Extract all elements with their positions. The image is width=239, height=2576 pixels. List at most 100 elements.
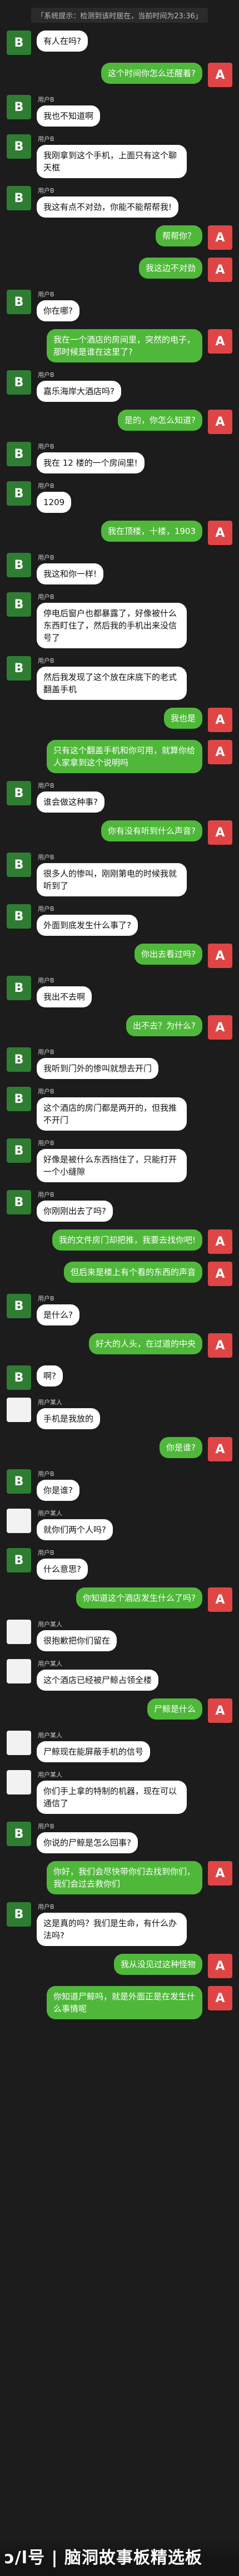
avatar[interactable]: A xyxy=(208,1698,232,1723)
message-bubble[interactable]: 我这有点不对劲，你能不能帮帮我! xyxy=(37,196,179,218)
message-bubble[interactable]: 但后来是楼上有个看的东西的声音 xyxy=(63,1262,202,1283)
avatar[interactable]: A xyxy=(208,1229,232,1254)
avatar[interactable]: B xyxy=(7,781,31,805)
message-bubble[interactable]: 这个时间你怎么还醒着? xyxy=(101,63,202,84)
avatar[interactable] xyxy=(7,1509,31,1533)
message-bubble[interactable]: 尸鲸现在能屏蔽手机的信号 xyxy=(37,1741,151,1762)
avatar[interactable]: B xyxy=(7,1190,31,1214)
avatar[interactable]: B xyxy=(7,553,31,577)
avatar[interactable]: B xyxy=(7,370,31,395)
avatar[interactable]: A xyxy=(208,1437,232,1461)
avatar[interactable]: A xyxy=(208,1333,232,1358)
avatar[interactable]: A xyxy=(208,258,232,282)
avatar[interactable]: B xyxy=(7,442,31,466)
message-bubble[interactable]: 你是谁? xyxy=(160,1437,202,1458)
message-bubble[interactable]: 我在一个酒店的房间里，突然的电子，那时候是谁在这里了? xyxy=(47,329,202,362)
avatar[interactable]: A xyxy=(208,740,232,764)
message-bubble[interactable]: 尸鲸是什么 xyxy=(147,1698,202,1720)
message-bubble[interactable]: 很多人的惨叫，刚刚第电的时候我就听到了 xyxy=(37,863,187,896)
message-bubble[interactable]: 好大的人头，在过道的中央 xyxy=(88,1333,202,1354)
avatar[interactable]: B xyxy=(7,853,31,877)
message-bubble[interactable]: 我的文件房门却把推，我要去找你吧! xyxy=(52,1229,202,1251)
message-bubble[interactable]: 这是真的吗？我们是生命，有什么办法吗? xyxy=(37,1913,187,1946)
message-bubble[interactable]: 你刚刚出去了吗? xyxy=(37,1201,113,1222)
avatar[interactable]: B xyxy=(7,95,31,119)
avatar[interactable]: B xyxy=(7,290,31,314)
avatar[interactable]: B xyxy=(7,134,31,159)
message-bubble[interactable]: 我在顶楼，十楼，1903 xyxy=(101,521,202,542)
message-bubble[interactable]: 只有这个翻盖手机和你可用，就算你给人家拿到这个说明吗 xyxy=(47,740,202,773)
avatar[interactable]: A xyxy=(208,708,232,732)
avatar[interactable]: B xyxy=(7,31,31,55)
avatar[interactable] xyxy=(7,1659,31,1683)
avatar[interactable]: B xyxy=(7,656,31,680)
avatar[interactable]: A xyxy=(208,820,232,845)
avatar[interactable]: B xyxy=(7,1087,31,1111)
message-bubble[interactable]: 我出不去啊 xyxy=(37,986,92,1007)
message-bubble[interactable]: 什么意思? xyxy=(37,1559,88,1580)
avatar[interactable]: A xyxy=(208,1986,232,2010)
avatar[interactable]: A xyxy=(208,521,232,545)
message-bubble[interactable]: 你出去看过吗? xyxy=(135,944,202,965)
message-bubble[interactable]: 就你们两个人吗? xyxy=(37,1519,113,1540)
message-bubble[interactable]: 很抱歉把你们留在 xyxy=(37,1630,117,1651)
avatar[interactable]: A xyxy=(208,410,232,434)
avatar[interactable] xyxy=(7,1731,31,1755)
message-bubble[interactable]: 我这边不对劲 xyxy=(138,258,202,279)
message-bubble[interactable]: 1209 xyxy=(37,492,72,513)
avatar[interactable]: A xyxy=(208,63,232,87)
message-bubble[interactable]: 是什么? xyxy=(37,1304,79,1325)
avatar[interactable]: B xyxy=(7,1365,31,1390)
avatar[interactable]: B xyxy=(7,186,31,210)
avatar[interactable]: A xyxy=(208,1015,232,1040)
avatar[interactable]: A xyxy=(208,1262,232,1286)
message-bubble[interactable]: 我也不知道啊 xyxy=(37,105,101,127)
message-bubble[interactable]: 你好，我们会尽快带你们去找到你们，我们会过去救你们 xyxy=(47,1861,202,1894)
avatar[interactable]: B xyxy=(7,904,31,929)
avatar[interactable] xyxy=(7,1398,31,1422)
message-bubble[interactable]: 出不去？为什么? xyxy=(126,1015,202,1036)
avatar[interactable]: B xyxy=(7,1822,31,1846)
message-bubble[interactable]: 我从没见过这种怪物 xyxy=(113,1954,202,1975)
avatar[interactable]: B xyxy=(7,1902,31,1927)
message-bubble[interactable]: 我在 12 楼的一个房间里! xyxy=(37,452,145,473)
message-bubble[interactable]: 你知道这个酒店发生什么了吗? xyxy=(76,1587,202,1609)
avatar[interactable]: B xyxy=(7,1469,31,1494)
avatar[interactable] xyxy=(7,1770,31,1794)
message-bubble[interactable]: 你们手上拿的特制的机器，现在可以通信了 xyxy=(37,1781,187,1814)
avatar[interactable]: B xyxy=(7,1138,31,1163)
avatar[interactable]: B xyxy=(7,481,31,506)
avatar[interactable]: A xyxy=(208,944,232,968)
message-bubble[interactable]: 是的，你怎么知道? xyxy=(118,410,202,431)
message-bubble[interactable]: 我也是 xyxy=(163,708,202,729)
message-bubble[interactable]: 好像是被什么东西挡住了，只能打开一个小缝隙 xyxy=(37,1149,187,1182)
message-bubble[interactable]: 谁会做这种事? xyxy=(37,792,104,813)
avatar[interactable]: A xyxy=(208,1587,232,1612)
avatar[interactable]: B xyxy=(7,1548,31,1572)
message-bubble[interactable]: 嘉乐海岸大酒店吗? xyxy=(37,381,121,402)
avatar[interactable]: A xyxy=(208,225,232,250)
message-bubble[interactable]: 你知道尸鲸吗，就是外面正是在发生什么事情呢 xyxy=(47,1986,202,2019)
avatar[interactable]: A xyxy=(208,1861,232,1886)
avatar[interactable]: B xyxy=(7,1047,31,1072)
avatar[interactable]: A xyxy=(208,1954,232,1978)
message-bubble[interactable]: 你有没有听到什么声音? xyxy=(101,820,202,841)
message-bubble[interactable]: 我刚拿到这个手机，上面只有这个聊天框 xyxy=(37,145,187,178)
message-bubble[interactable]: 然后我发现了这个放在床底下的老式翻盖手机 xyxy=(37,667,187,700)
message-bubble[interactable]: 你是谁? xyxy=(37,1480,79,1501)
message-bubble[interactable]: 我听到门外的惨叫就想去开门 xyxy=(37,1058,159,1079)
message-bubble[interactable]: 你在哪? xyxy=(37,300,79,321)
avatar[interactable] xyxy=(7,1620,31,1644)
message-bubble[interactable]: 这个酒店的房门都是两开的，但我推不开门 xyxy=(37,1097,187,1131)
avatar[interactable]: B xyxy=(7,592,31,617)
message-bubble[interactable]: 啊? xyxy=(37,1365,63,1387)
message-bubble[interactable]: 有人在吗? xyxy=(37,31,88,52)
message-bubble[interactable]: 这个酒店已经被尸鲸占领全楼 xyxy=(37,1670,159,1691)
message-bubble[interactable]: 帮帮你？ xyxy=(155,225,202,246)
avatar[interactable]: B xyxy=(7,976,31,1000)
message-bubble[interactable]: 外面到底发生什么事了? xyxy=(37,915,138,936)
message-bubble[interactable]: 你说的尸鲸是怎么回事? xyxy=(37,1832,138,1853)
avatar[interactable]: B xyxy=(7,1294,31,1318)
avatar[interactable]: A xyxy=(208,329,232,354)
message-bubble[interactable]: 手机是我放的 xyxy=(37,1408,101,1429)
